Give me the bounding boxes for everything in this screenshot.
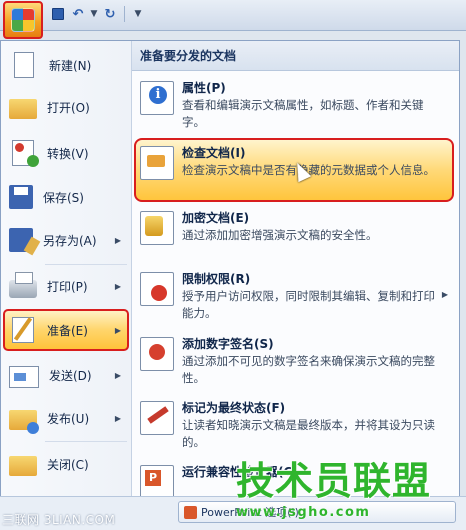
submenu-item-title: 限制权限(R)	[182, 272, 251, 286]
watermark-url: www.jsgho.com	[236, 505, 371, 520]
submenu-item-desc: 让读者知晓演示文稿是最终版本，并将其设为只读的。	[182, 418, 435, 449]
submenu-item-encrypt[interactable]: 加密文档(E) 通过添加加密增强演示文稿的安全性。	[136, 205, 454, 253]
submenu-item-desc: 通过添加加密增强演示文稿的安全性。	[182, 228, 378, 242]
menu-item-convert[interactable]: 转换(V)	[5, 135, 127, 171]
menu-item-save-as[interactable]: 另存为(A) ▶	[5, 222, 127, 258]
inspect-document-icon	[140, 146, 174, 180]
submenu-item-mark-final[interactable]: 标记为最终状态(F) 让读者知晓演示文稿是最终版本，并将其设为只读的。	[136, 395, 454, 453]
menu-item-open[interactable]: 打开(O)	[5, 89, 127, 125]
save-icon	[52, 8, 64, 20]
properties-icon	[140, 81, 174, 115]
submenu-item-title: 添加数字签名(S)	[182, 337, 274, 351]
office-menu: 新建(N) 打开(O) 转换(V) 保存(S) 另存为(A) ▶ 打印(P) ▶…	[0, 40, 460, 518]
mark-final-icon	[140, 401, 174, 435]
send-icon	[9, 366, 39, 388]
close-folder-icon	[9, 456, 37, 476]
save-as-icon	[9, 228, 33, 252]
submenu-title: 准备要分发的文档	[132, 41, 459, 71]
menu-item-label: 另存为(A)	[43, 233, 97, 248]
menu-item-label: 打开(O)	[47, 100, 90, 115]
menu-item-send[interactable]: 发送(D) ▶	[5, 357, 127, 393]
undo-icon[interactable]: ↶	[70, 6, 86, 22]
menu-item-prepare[interactable]: 准备(E) ▶	[3, 309, 129, 351]
submenu-item-title: 属性(P)	[182, 81, 226, 95]
office-button[interactable]	[3, 1, 43, 39]
digital-signature-icon	[140, 337, 174, 371]
convert-icon	[12, 140, 39, 167]
customize-dropdown-icon[interactable]: ▼	[130, 6, 146, 22]
menu-commands: 新建(N) 打开(O) 转换(V) 保存(S) 另存为(A) ▶ 打印(P) ▶…	[1, 41, 132, 517]
submenu-arrow-icon: ▶	[114, 370, 121, 380]
submenu-arrow-icon: ▶	[441, 290, 448, 299]
menu-item-new[interactable]: 新建(N)	[5, 47, 127, 83]
menu-item-label: 发送(D)	[49, 368, 92, 383]
prepare-icon	[12, 317, 34, 343]
menu-item-label: 关闭(C)	[47, 457, 89, 472]
menu-item-label: 新建(N)	[49, 58, 92, 73]
menu-divider	[45, 441, 127, 442]
printer-icon	[9, 272, 37, 298]
restrict-permission-icon	[140, 272, 174, 306]
menu-divider	[45, 264, 127, 265]
submenu-item-desc: 授予用户访问权限，同时限制其编辑、复制和打印能力。	[182, 289, 435, 320]
submenu-arrow-icon: ▶	[114, 413, 121, 423]
submenu-item-desc: 通过添加不可见的数字签名来确保演示文稿的完整性。	[182, 354, 435, 385]
redo-icon[interactable]: ↻	[102, 6, 118, 22]
submenu-item-title: 检查文档(I)	[182, 146, 246, 160]
menu-item-label: 转换(V)	[47, 146, 89, 161]
menu-item-label: 发布(U)	[47, 411, 90, 426]
new-document-icon	[14, 52, 34, 78]
menu-item-save[interactable]: 保存(S)	[5, 179, 127, 215]
submenu-item-desc: 检查演示文稿中是否有隐藏的元数据或个人信息。	[182, 163, 435, 177]
submenu-arrow-icon: ▶	[114, 281, 121, 291]
submenu-arrow-icon: ▶	[114, 325, 121, 335]
submenu-item-desc: 查看和编辑演示文稿属性，如标题、作者和关键字。	[182, 98, 424, 129]
menu-item-label: 保存(S)	[43, 190, 84, 205]
watermark-left: 三联网 3LIAN.COM	[2, 513, 116, 527]
watermark-logo: 技术员联盟	[236, 459, 432, 503]
encrypt-lock-icon	[140, 211, 174, 245]
submenu-item-title: 标记为最终状态(F)	[182, 401, 286, 415]
submenu-item-restrict-permission[interactable]: 限制权限(R) 授予用户访问权限，同时限制其编辑、复制和打印能力。 ▶	[136, 266, 454, 324]
open-folder-icon	[9, 99, 37, 119]
options-icon	[184, 506, 197, 519]
compatibility-checker-icon	[140, 465, 174, 499]
quick-save-button[interactable]	[50, 6, 66, 22]
save-disk-icon	[9, 185, 33, 209]
toolbar-separator	[124, 6, 125, 22]
menu-item-close[interactable]: 关闭(C)	[5, 446, 127, 482]
menu-item-label: 打印(P)	[47, 279, 88, 294]
office-logo-icon	[11, 8, 35, 32]
prepare-submenu: 准备要分发的文档 属性(P) 查看和编辑演示文稿属性，如标题、作者和关键字。 检…	[132, 41, 459, 517]
submenu-item-title: 加密文档(E)	[182, 211, 250, 225]
menu-item-publish[interactable]: 发布(U) ▶	[5, 400, 127, 436]
submenu-arrow-icon: ▶	[114, 235, 121, 245]
menu-item-label: 准备(E)	[47, 323, 88, 338]
menu-item-print[interactable]: 打印(P) ▶	[5, 268, 127, 304]
submenu-item-digital-signature[interactable]: 添加数字签名(S) 通过添加不可见的数字签名来确保演示文稿的完整性。	[136, 331, 454, 387]
dropdown-icon[interactable]: ▼	[86, 6, 102, 22]
publish-icon	[9, 410, 39, 434]
submenu-item-properties[interactable]: 属性(P) 查看和编辑演示文稿属性，如标题、作者和关键字。	[136, 75, 454, 131]
title-bar: ↶ ▼ ↻ ▼	[0, 0, 466, 39]
